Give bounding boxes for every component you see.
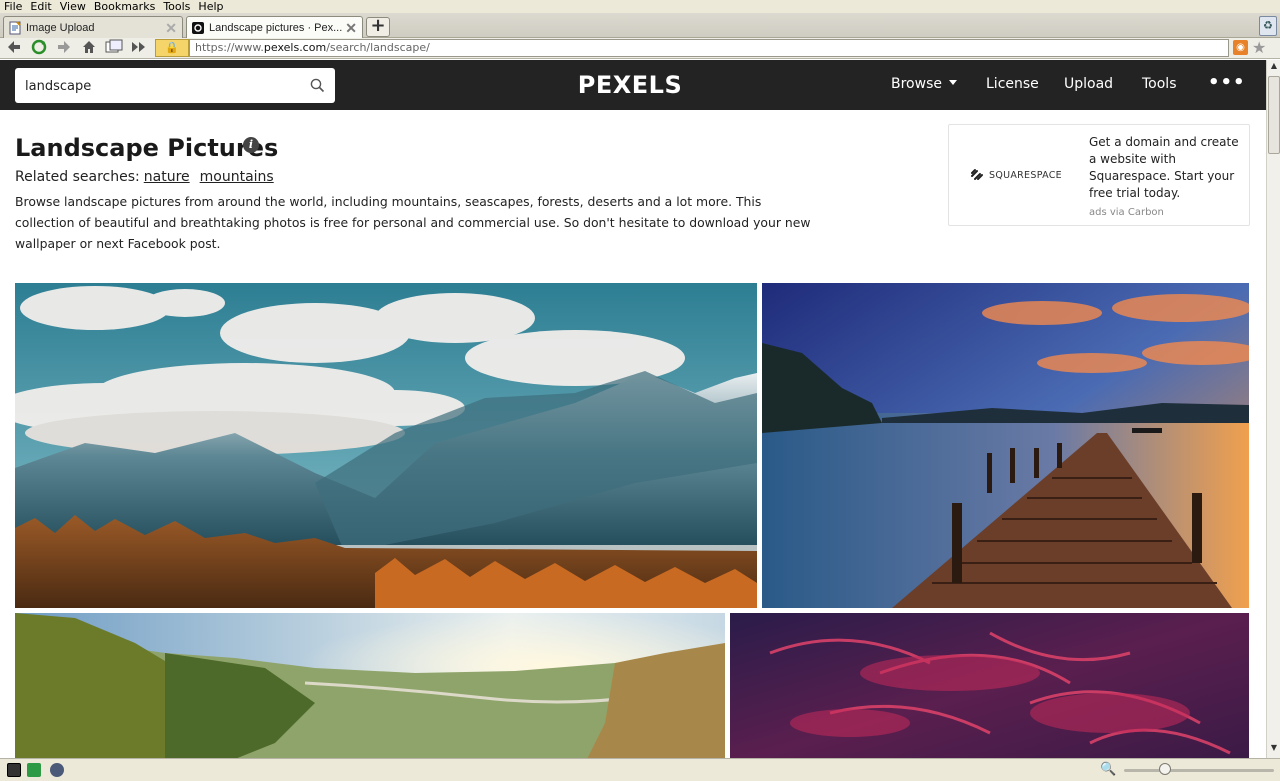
document-icon [8,20,22,35]
photo-mountains[interactable] [15,283,757,608]
page-viewport: PEXELS Browse License Upload Tools ••• L… [0,60,1266,758]
carbon-ad[interactable]: SQUARESPACE Get a domain and create a we… [948,124,1250,226]
squarespace-logo[interactable]: SQUARESPACE [969,168,1062,182]
home-icon[interactable] [79,39,99,57]
trash-icon[interactable]: ♻ [1259,16,1277,36]
close-icon[interactable]: ✕ [165,20,177,37]
search-input[interactable] [25,76,295,96]
close-icon[interactable]: ✕ [345,20,357,37]
squarespace-icon [971,169,983,180]
related-link-mountains[interactable]: mountains [200,169,274,185]
search-box [15,68,335,103]
related-label: Related searches: [15,169,140,185]
windows-icon[interactable] [104,39,124,57]
menu-file[interactable]: File [4,0,22,13]
license-link[interactable]: License [986,76,1039,92]
zoom-slider[interactable] [1124,769,1274,772]
ad-via-link[interactable]: ads via Carbon [1089,207,1164,218]
photo-valley[interactable] [15,613,725,758]
reload-icon[interactable] [29,39,49,57]
address-bar[interactable]: https://www.pexels.com/search/landscape/ [189,39,1229,57]
photo-pier[interactable] [762,283,1249,608]
vertical-scrollbar[interactable]: ▲ ▼ [1266,60,1280,758]
photo-red-sky[interactable] [730,613,1249,758]
tab-title: Landscape pictures · Pex... [209,21,343,34]
menu-help[interactable]: Help [198,0,223,13]
menu-edit[interactable]: Edit [30,0,51,13]
browse-label: Browse [891,76,942,92]
mountain-lake-photo [15,283,757,608]
page-title: Landscape Pictures [15,134,279,162]
scroll-thumb[interactable] [1268,76,1280,154]
lock-icon[interactable]: 🔒 [155,39,189,57]
valley-sunrise-photo [15,613,725,758]
menu-bookmarks[interactable]: Bookmarks [94,0,155,13]
network-icon[interactable] [50,763,64,777]
tab-image-upload[interactable]: Image Upload ✕ [3,16,183,38]
site-header: PEXELS Browse License Upload Tools ••• [0,60,1266,110]
tab-title: Image Upload [26,21,95,34]
menu-bar: File Edit View Bookmarks Tools Help [0,0,1280,13]
upload-link[interactable]: Upload [1064,76,1113,92]
tools-link[interactable]: Tools [1142,76,1177,92]
bookmark-star-icon[interactable]: ★ [1252,38,1266,57]
panel-toggle-icon[interactable] [7,763,21,777]
sync-icon[interactable] [27,763,41,777]
navigation-bar: 🔒 https://www.pexels.com/search/landscap… [0,38,1280,59]
page-description: Browse landscape pictures from around th… [15,194,811,251]
browse-menu[interactable]: Browse [891,76,957,92]
forward-icon[interactable] [54,39,74,57]
pexels-logo[interactable]: PEXELS [540,71,720,99]
tab-bar: Image Upload ✕ Landscape pictures · Pex.… [0,13,1280,38]
url-path: /search/landscape/ [326,41,430,54]
menu-tools[interactable]: Tools [163,0,190,13]
related-link-nature[interactable]: nature [144,169,190,185]
menu-view[interactable]: View [60,0,86,13]
rss-icon[interactable]: ◉ [1233,40,1248,55]
wooden-pier-sunset-photo [762,283,1249,608]
zoom-icon[interactable]: 🔍 [1100,762,1116,777]
new-tab-button[interactable]: + [366,17,390,37]
url-domain: pexels.com [263,41,327,54]
more-menu-icon[interactable]: ••• [1208,74,1246,92]
scroll-down-icon[interactable]: ▼ [1268,743,1280,757]
info-icon[interactable]: i [243,137,259,153]
scroll-up-icon[interactable]: ▲ [1268,61,1280,75]
fast-forward-icon[interactable] [129,39,149,57]
ad-brand: SQUARESPACE [989,169,1062,181]
back-icon[interactable] [4,39,24,57]
camera-icon [191,21,205,35]
status-bar: 🔍 [0,758,1280,781]
ad-text[interactable]: Get a domain and create a website with S… [1089,134,1244,202]
search-icon[interactable] [310,78,325,93]
red-sky-clouds-photo [730,613,1249,758]
tab-pexels[interactable]: Landscape pictures · Pex... ✕ [186,16,363,38]
related-searches: Related searches: nature mountains [15,169,274,185]
url-prefix: https://www. [195,41,264,54]
zoom-slider-thumb[interactable] [1159,763,1171,775]
caret-down-icon [948,79,957,85]
